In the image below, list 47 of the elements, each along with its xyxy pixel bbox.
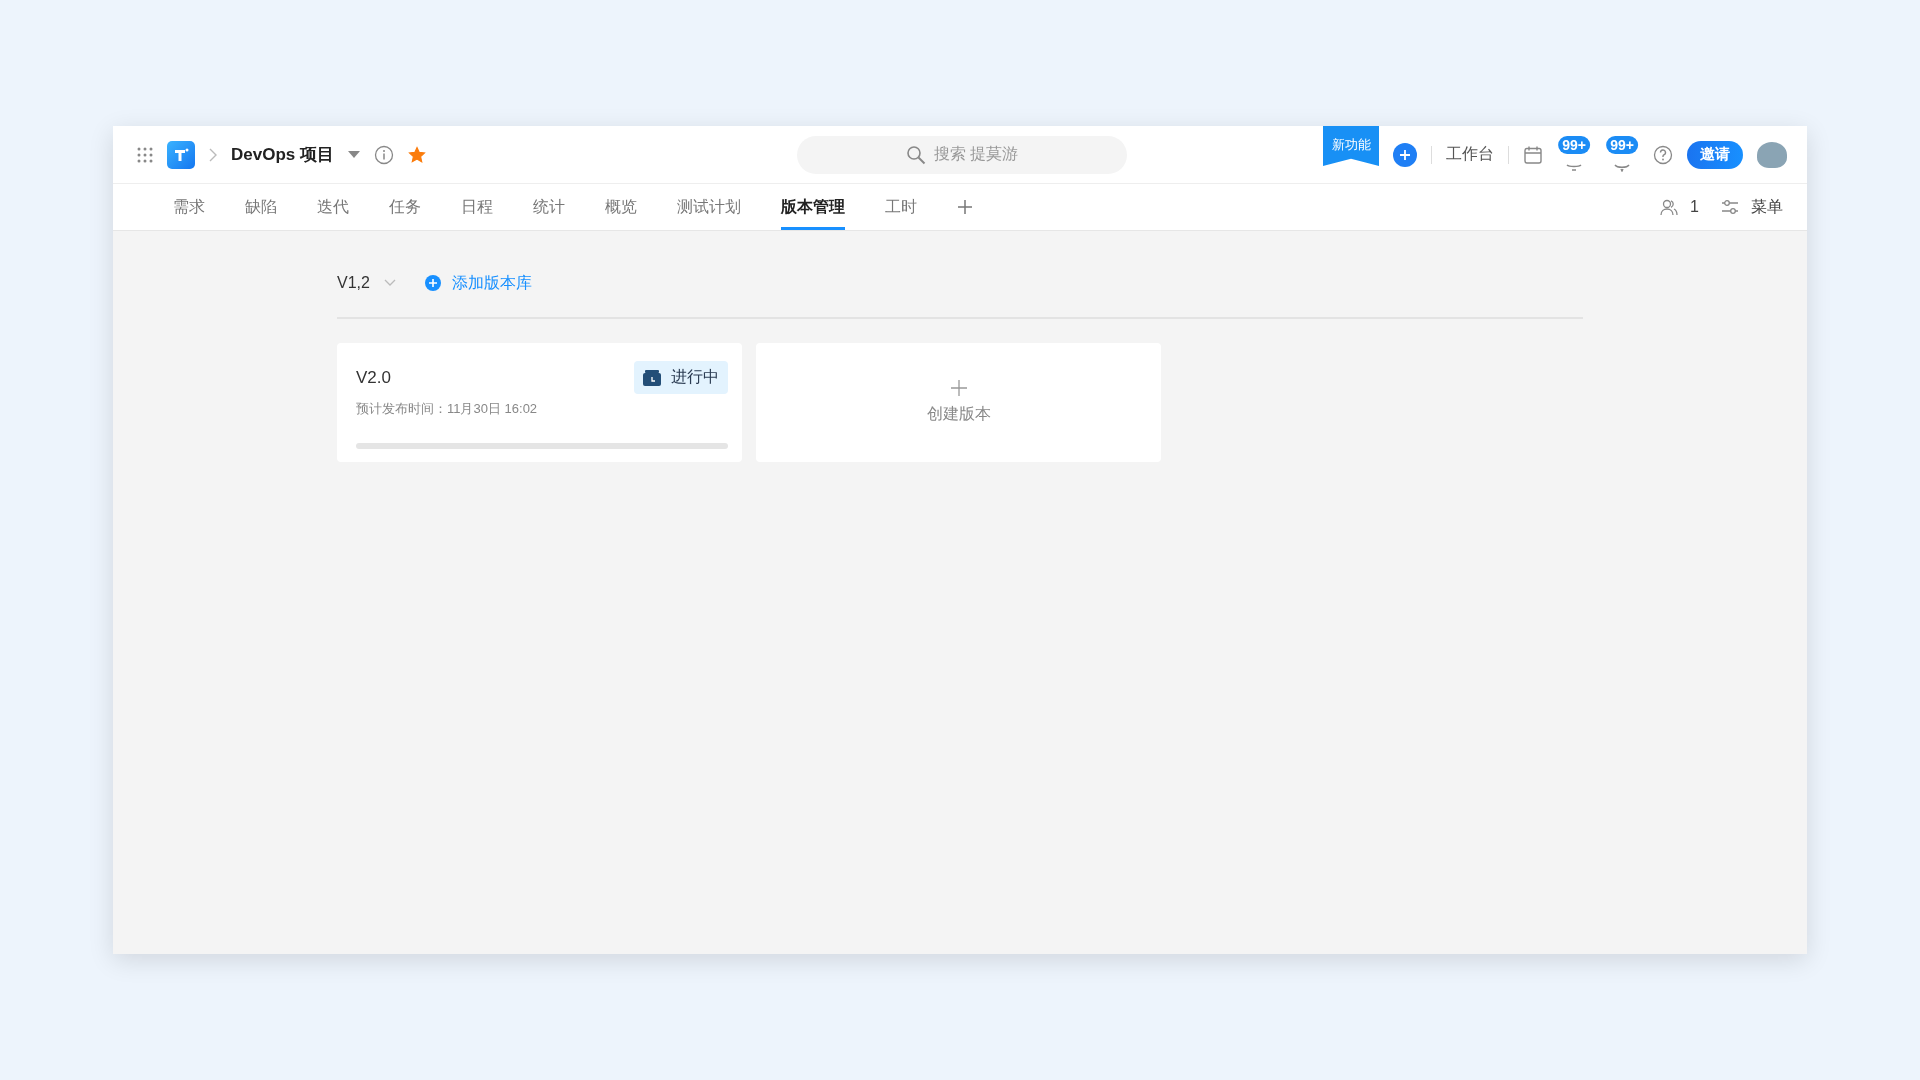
- search-field[interactable]: 搜索 提莫游: [797, 135, 1127, 174]
- nav-tab[interactable]: 工时: [885, 184, 917, 230]
- app-logo[interactable]: [167, 140, 195, 169]
- nav-tab[interactable]: 概览: [605, 184, 637, 230]
- nav-tab[interactable]: 版本管理: [781, 184, 845, 230]
- apps-grid-icon[interactable]: [137, 146, 153, 163]
- nav-tab[interactable]: 统计: [533, 184, 565, 230]
- chevron-right-icon: [209, 147, 217, 162]
- new-feature-ribbon[interactable]: 新功能: [1323, 126, 1379, 166]
- version-card[interactable]: V2.0 进行中 预计发布时间：11月30日 16:02: [337, 343, 742, 462]
- invite-button[interactable]: 邀请: [1687, 140, 1743, 169]
- nav-tab[interactable]: 任务: [389, 184, 421, 230]
- member-count: 1: [1690, 198, 1699, 216]
- info-icon[interactable]: [374, 144, 394, 165]
- release-time: 预计发布时间：11月30日 16:02: [356, 400, 539, 418]
- search-icon: [905, 144, 926, 165]
- add-version-library-link[interactable]: 添加版本库: [451, 272, 532, 294]
- add-circle-icon[interactable]: [423, 274, 442, 292]
- nav-tab[interactable]: 日程: [461, 184, 493, 230]
- create-version-card[interactable]: 创建版本: [756, 343, 1161, 462]
- nav-tab[interactable]: 迭代: [317, 184, 349, 230]
- message-icon[interactable]: [1614, 163, 1630, 172]
- calendar-icon[interactable]: [1523, 144, 1543, 165]
- workbench-link[interactable]: 工作台: [1446, 144, 1494, 165]
- nav-tab[interactable]: 需求: [173, 184, 205, 230]
- message-badge: 99+: [1606, 135, 1638, 154]
- project-name[interactable]: DevOps 项目: [231, 143, 334, 166]
- sliders-icon[interactable]: [1721, 199, 1739, 215]
- add-tab-icon[interactable]: [957, 199, 973, 215]
- nav-tab[interactable]: 测试计划: [677, 184, 741, 230]
- caret-down-icon[interactable]: [348, 150, 360, 159]
- bell-icon[interactable]: [1566, 163, 1582, 172]
- members-icon[interactable]: [1660, 198, 1679, 216]
- nav-tab[interactable]: 缺陷: [245, 184, 277, 230]
- version-library-select[interactable]: V1,2: [337, 274, 370, 292]
- help-icon[interactable]: [1653, 144, 1673, 165]
- clock-folder-icon: [643, 369, 661, 386]
- plus-icon: [950, 380, 967, 396]
- notification-badge: 99+: [1558, 135, 1590, 154]
- version-name: V2.0: [356, 367, 391, 388]
- status-tag: 进行中: [634, 361, 728, 394]
- plus-icon: [1400, 149, 1410, 160]
- menu-label[interactable]: 菜单: [1751, 196, 1783, 218]
- avatar[interactable]: [1757, 141, 1787, 168]
- create-version-label: 创建版本: [926, 404, 991, 424]
- star-icon[interactable]: [408, 145, 426, 164]
- add-button[interactable]: [1393, 142, 1417, 167]
